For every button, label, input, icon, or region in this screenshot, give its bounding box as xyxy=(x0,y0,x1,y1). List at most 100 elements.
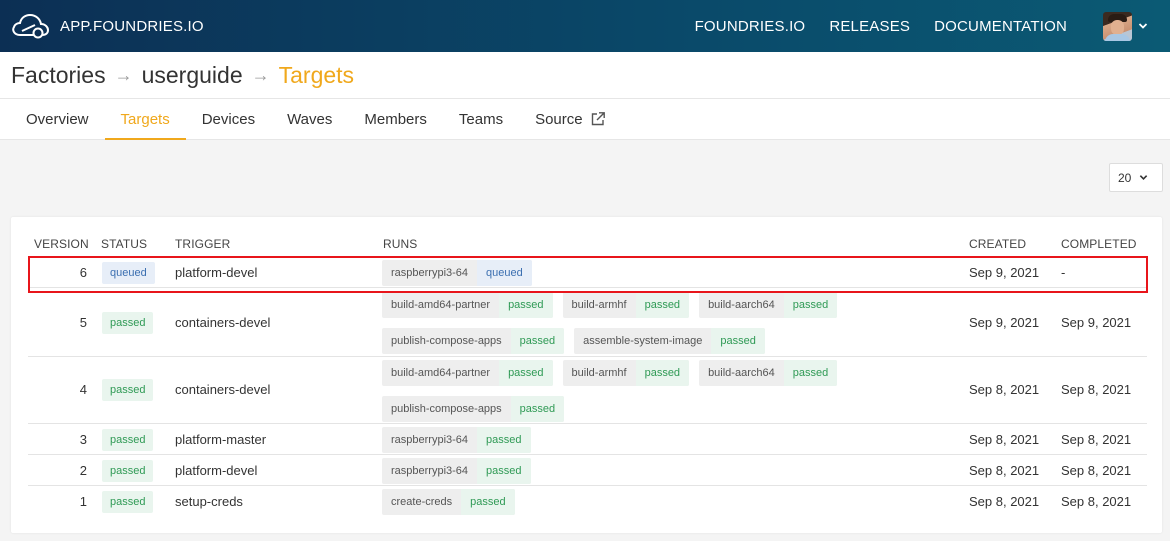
trigger-cell: platform-devel xyxy=(175,463,258,478)
app-logo[interactable]: APP.FOUNDRIES.IO xyxy=(10,11,204,41)
version-cell: 5 xyxy=(79,315,87,330)
run-name: publish-compose-apps xyxy=(391,335,502,347)
tab-label: Source xyxy=(535,110,583,128)
nav-releases-link[interactable]: RELEASES xyxy=(829,18,910,35)
tab-overview[interactable]: Overview xyxy=(10,99,105,139)
run-chip[interactable]: build-armhf passed xyxy=(562,360,690,386)
run-name: build-aarch64 xyxy=(708,367,775,379)
run-status: passed xyxy=(711,328,765,354)
tab-source[interactable]: Source xyxy=(519,99,622,139)
status-badge: passed xyxy=(102,429,154,451)
run-chip[interactable]: build-amd64-partner passed xyxy=(382,360,553,386)
breadcrumb: Factories → userguide → Targets xyxy=(0,52,1170,98)
run-chip[interactable]: build-armhf passed xyxy=(562,292,690,318)
run-chip[interactable]: build-aarch64 passed xyxy=(699,360,838,386)
created-cell: Sep 8, 2021 xyxy=(969,382,1040,397)
column-header-runs[interactable]: RUNS xyxy=(383,237,417,251)
breadcrumb-factories[interactable]: Factories xyxy=(11,62,106,89)
created-cell: Sep 9, 2021 xyxy=(969,265,1040,280)
run-name: raspberrypi3-64 xyxy=(391,267,469,279)
completed-cell: Sep 8, 2021 xyxy=(1061,432,1132,447)
nav-documentation-link[interactable]: DOCUMENTATION xyxy=(934,18,1067,35)
run-name: build-amd64-partner xyxy=(391,367,491,379)
completed-cell: - xyxy=(1061,265,1066,280)
column-header-status[interactable]: STATUS xyxy=(101,237,147,251)
run-status: passed xyxy=(477,427,531,453)
page-size-select[interactable]: 20 xyxy=(1109,163,1163,192)
run-status: passed xyxy=(783,292,838,318)
runs-cell: build-amd64-partner passed build-armhf pas… xyxy=(382,292,942,364)
targets-table: VERSION STATUS TRIGGER RUNS CREATED COMP… xyxy=(11,217,1162,533)
trigger-cell: containers-devel xyxy=(175,315,271,330)
breadcrumb-factory[interactable]: userguide xyxy=(142,62,243,89)
version-cell: 6 xyxy=(79,265,87,280)
top-navbar: APP.FOUNDRIES.IO FOUNDRIES.IO RELEASES D… xyxy=(0,0,1170,52)
tab-label: Teams xyxy=(458,110,504,128)
run-name: publish-compose-apps xyxy=(391,403,502,415)
completed-cell: Sep 9, 2021 xyxy=(1061,315,1132,330)
run-chip[interactable]: publish-compose-apps passed xyxy=(382,328,565,354)
tab-devices[interactable]: Devices xyxy=(186,99,271,139)
run-status: passed xyxy=(510,328,565,354)
run-chip[interactable]: raspberrypi3-64 passed xyxy=(382,458,531,484)
run-chip[interactable]: build-amd64-partner passed xyxy=(382,292,553,318)
table-row[interactable]: 4 passed containers-devel build-amd64-pa… xyxy=(28,357,1147,424)
tab-teams[interactable]: Teams xyxy=(443,99,519,139)
trigger-cell: containers-devel xyxy=(175,382,271,397)
tab-waves[interactable]: Waves xyxy=(271,99,348,139)
runs-cell: create-creds passed xyxy=(382,489,942,525)
tab-label: Members xyxy=(364,110,427,128)
column-header-completed[interactable]: COMPLETED xyxy=(1061,237,1137,251)
run-name: build-aarch64 xyxy=(708,299,775,311)
run-name: assemble-system-image xyxy=(583,335,703,347)
tab-label: Overview xyxy=(26,110,89,128)
run-status: passed xyxy=(461,489,515,515)
run-status: passed xyxy=(499,292,553,318)
status-badge: passed xyxy=(102,379,154,401)
version-cell: 2 xyxy=(79,463,87,478)
column-header-created[interactable]: CREATED xyxy=(969,237,1026,251)
completed-cell: Sep 8, 2021 xyxy=(1061,494,1132,509)
chevron-down-icon xyxy=(1140,175,1148,180)
run-name: build-armhf xyxy=(571,299,627,311)
breadcrumb-current: Targets xyxy=(278,61,355,88)
table-row[interactable]: 6 queued platform-devel raspberrypi3-64 q… xyxy=(28,257,1147,288)
run-name: raspberrypi3-64 xyxy=(391,465,469,477)
tab-members[interactable]: Members xyxy=(348,99,443,139)
run-chip[interactable]: create-creds passed xyxy=(382,489,515,515)
tab-targets[interactable]: Targets xyxy=(104,99,186,140)
table-row[interactable]: 1 passed setup-creds create-creds passed … xyxy=(28,486,1147,517)
trigger-cell: platform-devel xyxy=(175,265,258,280)
column-header-trigger[interactable]: TRIGGER xyxy=(175,237,230,251)
run-status: passed xyxy=(635,292,690,318)
run-name: build-armhf xyxy=(571,367,627,379)
table-row[interactable]: 3 passed platform-master raspberrypi3-64… xyxy=(28,424,1147,455)
user-menu[interactable] xyxy=(1103,11,1148,41)
version-cell: 3 xyxy=(79,432,87,447)
tab-label: Targets xyxy=(120,110,170,128)
run-chip[interactable]: build-aarch64 passed xyxy=(699,292,838,318)
cloud-logo-icon xyxy=(12,13,50,39)
run-chip[interactable]: raspberrypi3-64 passed xyxy=(382,427,531,453)
run-chip[interactable]: assemble-system-image passed xyxy=(574,328,765,354)
table-row[interactable]: 2 passed platform-devel raspberrypi3-64 p… xyxy=(28,455,1147,486)
run-chip[interactable]: publish-compose-apps passed xyxy=(382,396,565,422)
run-name: raspberrypi3-64 xyxy=(391,434,469,446)
app-name: APP.FOUNDRIES.IO xyxy=(60,17,204,35)
created-cell: Sep 9, 2021 xyxy=(969,315,1040,330)
run-name: build-amd64-partner xyxy=(391,299,491,311)
run-status: passed xyxy=(499,360,553,386)
column-header-version[interactable]: VERSION xyxy=(34,237,89,251)
tab-bar: Overview Targets Devices Waves Members T… xyxy=(0,98,1170,140)
created-cell: Sep 8, 2021 xyxy=(969,432,1040,447)
run-chip[interactable]: raspberrypi3-64 queued xyxy=(382,260,532,286)
trigger-cell: setup-creds xyxy=(175,494,243,509)
created-cell: Sep 8, 2021 xyxy=(969,463,1040,478)
run-status: passed xyxy=(477,458,531,484)
status-badge: queued xyxy=(102,262,155,284)
table-row[interactable]: 5 passed containers-devel build-amd64-pa… xyxy=(28,289,1147,357)
nav-foundries-link[interactable]: FOUNDRIES.IO xyxy=(695,18,806,35)
page-size-value: 20 xyxy=(1118,170,1132,185)
tab-label: Devices xyxy=(201,110,256,128)
external-link-icon xyxy=(591,112,605,126)
